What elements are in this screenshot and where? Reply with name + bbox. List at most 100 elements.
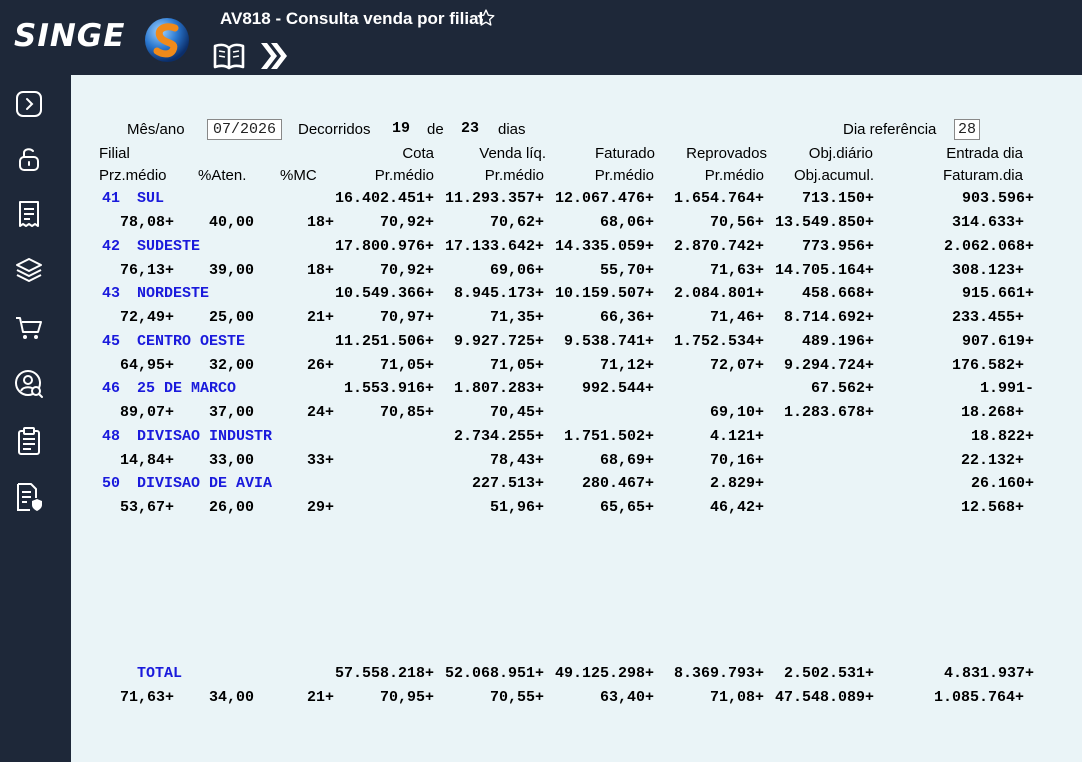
filial-code-link[interactable]: 45 bbox=[102, 333, 120, 350]
reprovados-cell: 1.752.534+ bbox=[673, 333, 764, 350]
pr-medio-4-cell: 71,63+ bbox=[709, 262, 764, 279]
pr-medio-3-cell: 68,06+ bbox=[599, 214, 654, 231]
secure-document-icon[interactable] bbox=[14, 482, 44, 512]
unlock-icon[interactable] bbox=[14, 144, 44, 174]
filial-name-link[interactable]: CENTRO OESTE bbox=[137, 333, 245, 350]
col-venda-liq: Venda líq. bbox=[479, 145, 546, 162]
prz-medio-cell: 53,67+ bbox=[119, 499, 174, 516]
window-title: AV818 - Consulta venda por filial bbox=[220, 9, 484, 28]
pr-medio-3-cell: 71,12+ bbox=[599, 357, 654, 374]
cota-cell: 11.251.506+ bbox=[334, 333, 434, 350]
layers-icon[interactable] bbox=[14, 255, 44, 285]
expand-icon[interactable] bbox=[14, 89, 44, 119]
aten-cell: 39,00 bbox=[208, 262, 254, 279]
prz-medio-cell: 78,08+ bbox=[119, 214, 174, 231]
pr-medio-4-cell: 70,16+ bbox=[709, 452, 764, 469]
logo-ball-icon bbox=[145, 18, 189, 62]
filial-code-link[interactable]: 42 bbox=[102, 238, 120, 255]
filial-name-link[interactable]: SUDESTE bbox=[137, 238, 200, 255]
filial-name-link[interactable]: SUL bbox=[137, 190, 164, 207]
col-obj-acumul: Obj.acumul. bbox=[793, 167, 874, 184]
faturado-cell: 14.335.059+ bbox=[554, 238, 654, 255]
obj-diario-cell: 67.562+ bbox=[810, 380, 874, 397]
filial-name-link[interactable]: 25 DE MARCO bbox=[137, 380, 236, 397]
pr-medio-4-cell: 69,10+ bbox=[709, 404, 764, 421]
pr-medio-2-cell: 51,96+ bbox=[489, 499, 544, 516]
col-filial: Filial bbox=[99, 145, 130, 162]
cota-cell: 1.553.916+ bbox=[343, 380, 434, 397]
mc-cell: 21+ bbox=[306, 689, 334, 706]
aten-cell: 26,00 bbox=[208, 499, 254, 516]
pr-medio-2-cell: 71,05+ bbox=[489, 357, 544, 374]
mc-cell: 18+ bbox=[306, 214, 334, 231]
col-faturam-dia: Faturam.dia bbox=[942, 167, 1023, 184]
aten-cell: 32,00 bbox=[208, 357, 254, 374]
cota-cell: 16.402.451+ bbox=[334, 190, 434, 207]
faturam-dia-cell: 314.633+ bbox=[951, 214, 1024, 231]
faturado-cell: 49.125.298+ bbox=[554, 665, 654, 682]
venda-cell: 17.133.642+ bbox=[444, 238, 544, 255]
pr-medio-1-cell: 70,92+ bbox=[379, 262, 434, 279]
col-prz-medio: Prz.médio bbox=[99, 167, 167, 184]
receipt-icon[interactable] bbox=[14, 199, 44, 229]
main-content: Mês/ano 07/2026 Decorridos 19 de 23 dias… bbox=[71, 75, 1082, 762]
pr-medio-2-cell: 78,43+ bbox=[489, 452, 544, 469]
dia-referencia-field[interactable]: 28 bbox=[954, 119, 980, 140]
entrada-cell: 903.596+ bbox=[961, 190, 1034, 207]
dias-label: dias bbox=[498, 121, 526, 138]
favorite-star-icon[interactable] bbox=[476, 8, 496, 28]
open-book-icon[interactable] bbox=[212, 41, 246, 71]
pr-medio-3-cell: 63,40+ bbox=[599, 689, 654, 706]
mes-ano-field[interactable]: 07/2026 bbox=[207, 119, 282, 140]
cota-cell: 57.558.218+ bbox=[334, 665, 434, 682]
faturam-dia-cell: 18.268+ bbox=[960, 404, 1024, 421]
filial-code-link[interactable]: 48 bbox=[102, 428, 120, 445]
filial-code-link[interactable]: 46 bbox=[102, 380, 120, 397]
pr-medio-1-cell: 70,95+ bbox=[379, 689, 434, 706]
prz-medio-cell: 89,07+ bbox=[119, 404, 174, 421]
filial-name-link[interactable]: DIVISAO DE AVIA bbox=[137, 475, 272, 492]
pr-medio-3-cell: 68,69+ bbox=[599, 452, 654, 469]
filial-code-link[interactable]: 50 bbox=[102, 475, 120, 492]
de-label: de bbox=[427, 121, 444, 138]
obj-diario-cell: 489.196+ bbox=[801, 333, 874, 350]
col-obj-diario: Obj.diário bbox=[808, 145, 873, 162]
pr-medio-2-cell: 70,62+ bbox=[489, 214, 544, 231]
mc-cell: 29+ bbox=[306, 499, 334, 516]
mc-cell: 24+ bbox=[306, 404, 334, 421]
pr-medio-3-cell: 66,36+ bbox=[599, 309, 654, 326]
obj-acumul-cell: 47.548.089+ bbox=[774, 689, 874, 706]
pr-medio-1-cell: 70,85+ bbox=[379, 404, 434, 421]
user-search-icon[interactable] bbox=[14, 369, 44, 399]
decorridos-value: 19 bbox=[392, 120, 411, 137]
prz-medio-cell: 76,13+ bbox=[119, 262, 174, 279]
col-pr-medio-3: Pr.médio bbox=[594, 167, 654, 184]
aten-cell: 34,00 bbox=[208, 689, 254, 706]
entrada-cell: 915.661+ bbox=[961, 285, 1034, 302]
col-pr-medio-4: Pr.médio bbox=[704, 167, 764, 184]
cart-icon[interactable] bbox=[14, 313, 44, 343]
total-label: TOTAL bbox=[137, 665, 183, 682]
aten-cell: 33,00 bbox=[208, 452, 254, 469]
double-chevron-right-icon[interactable] bbox=[258, 40, 290, 72]
decorridos-label: Decorridos bbox=[298, 121, 371, 138]
venda-cell: 52.068.951+ bbox=[444, 665, 544, 682]
sidebar bbox=[0, 75, 71, 762]
venda-cell: 9.927.725+ bbox=[453, 333, 544, 350]
pr-medio-3-cell: 55,70+ bbox=[599, 262, 654, 279]
prz-medio-cell: 71,63+ bbox=[119, 689, 174, 706]
pr-medio-4-cell: 71,08+ bbox=[709, 689, 764, 706]
filial-code-link[interactable]: 43 bbox=[102, 285, 120, 302]
total-days-value: 23 bbox=[461, 120, 480, 137]
col-cota: Cota bbox=[402, 145, 434, 162]
top-bar: SINGE AV818 - Consulta venda por filial bbox=[0, 0, 1082, 75]
filial-name-link[interactable]: NORDESTE bbox=[137, 285, 209, 302]
entrada-cell: 1.991- bbox=[979, 380, 1034, 397]
filial-name-link[interactable]: DIVISAO INDUSTR bbox=[137, 428, 272, 445]
filial-code-link[interactable]: 41 bbox=[102, 190, 120, 207]
clipboard-icon[interactable] bbox=[14, 426, 44, 456]
faturam-dia-cell: 1.085.764+ bbox=[933, 689, 1024, 706]
aten-cell: 37,00 bbox=[208, 404, 254, 421]
faturado-cell: 10.159.507+ bbox=[554, 285, 654, 302]
entrada-cell: 4.831.937+ bbox=[943, 665, 1034, 682]
